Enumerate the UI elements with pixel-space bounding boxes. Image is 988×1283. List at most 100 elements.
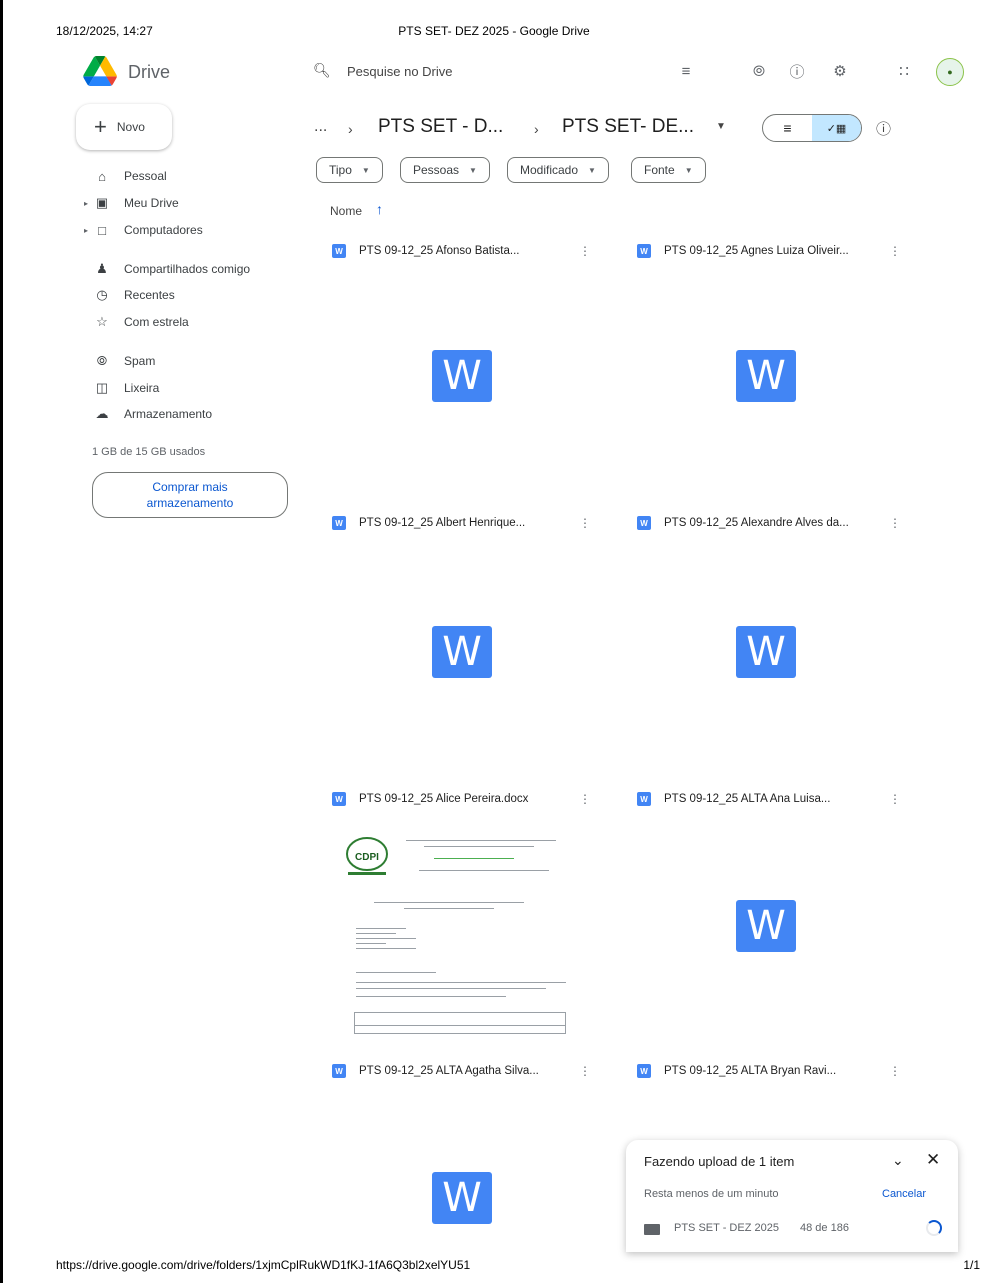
sidebar-item-label: Armazenamento [124,407,213,421]
sidebar-item-spam[interactable]: ⦾ Spam [92,352,282,370]
cancel-upload-button[interactable]: Cancelar [882,1188,926,1200]
word-thumbnail-icon[interactable]: W [736,900,796,952]
upload-title: Fazendo upload de 1 item [644,1154,795,1169]
upload-time-remaining: Resta menos de um minuto [644,1188,779,1200]
breadcrumb-item[interactable]: PTS SET - D... [378,116,503,138]
expand-caret-icon[interactable]: ▸ [84,226,88,235]
storage-usage-text: 1 GB de 15 GB usados [92,446,206,458]
sidebar-item-label: Compartilhados comigo [124,262,251,276]
new-button[interactable]: + Novo [76,104,172,150]
file-card-title[interactable]: W PTS 09-12_25 Alexandre Alves da... ⋮ [637,514,907,532]
file-name: PTS 09-12_25 ALTA Bryan Ravi... [664,1065,837,1077]
search-input[interactable]: Pesquise no Drive [347,64,453,79]
sidebar-item-label: Computadores [124,223,203,237]
apps-grid-icon[interactable]: ∷ [893,60,915,82]
preview-line [356,988,546,989]
sidebar-item-meu-drive[interactable]: ▸ ▣ Meu Drive [84,194,282,212]
preview-line [434,858,514,859]
upload-progress-panel: Fazendo upload de 1 item ⌄ ✕ Resta menos… [626,1140,958,1252]
more-options-icon[interactable]: ⋮ [579,244,591,258]
sidebar-item-armazenamento[interactable]: ☁︎ Armazenamento [92,405,282,423]
word-file-icon: W [332,244,346,258]
more-options-icon[interactable]: ⋮ [889,792,901,806]
breadcrumb-more-button[interactable]: ... [314,118,327,136]
sort-label[interactable]: Nome [330,204,362,218]
search-options-icon[interactable]: ≡ [675,60,697,82]
print-title: PTS SET- DEZ 2025 - Google Drive [398,24,590,38]
view-toggle[interactable]: ≡ ✓▦ [762,114,862,142]
cdpi-logo: CDPI [346,837,388,875]
sidebar-item-label: Pessoal [124,169,167,183]
expand-caret-icon[interactable]: ▸ [84,199,88,208]
help-icon[interactable]: ⓘ [786,60,808,82]
print-page-number: 1/1 [963,1258,980,1272]
spam-icon: ⦾ [96,353,108,368]
star-icon: ☆ [96,314,108,329]
more-options-icon[interactable]: ⋮ [579,516,591,530]
more-options-icon[interactable]: ⋮ [579,792,591,806]
more-options-icon[interactable]: ⋮ [889,244,901,258]
sidebar-item-recentes[interactable]: ◷ Recentes [92,286,282,304]
chevron-down-icon: ▼ [684,165,693,175]
filter-label: Fonte [644,163,675,177]
collapse-chevron-icon[interactable]: ⌄ [892,1152,904,1169]
search-icon[interactable]: 🔍︎ [313,62,331,79]
preview-line [419,870,549,871]
folder-menu-caret-icon[interactable]: ▼ [716,121,726,132]
svg-text:CDPI: CDPI [355,852,379,863]
preview-line [374,902,524,903]
word-thumbnail-icon[interactable]: W [432,350,492,402]
offline-status-icon[interactable]: ⦾ [748,60,770,82]
file-card-title[interactable]: W PTS 09-12_25 Alice Pereira.docx ⋮ [332,790,602,808]
filter-tipo[interactable]: Tipo ▼ [316,157,383,183]
word-thumbnail-icon[interactable]: W [432,1172,492,1224]
preview-line [404,908,494,909]
grid-view-icon[interactable]: ✓▦ [812,115,861,141]
preview-table-row [354,1026,566,1034]
settings-icon[interactable]: ⚙ [829,60,851,82]
more-options-icon[interactable]: ⋮ [889,516,901,530]
breadcrumb-current-folder[interactable]: PTS SET- DE... [562,116,694,138]
chevron-right-icon: › [534,121,539,137]
file-card-title[interactable]: W PTS 09-12_25 Agnes Luiza Oliveir... ⋮ [637,242,907,260]
more-options-icon[interactable]: ⋮ [579,1064,591,1078]
sidebar-item-compartilhados[interactable]: ♟ Compartilhados comigo [92,260,282,278]
word-thumbnail-icon[interactable]: W [736,350,796,402]
more-options-icon[interactable]: ⋮ [889,1064,901,1078]
filter-label: Tipo [329,163,352,177]
trash-icon: ◫ [95,380,109,395]
window-edge [0,0,3,1283]
file-card-title[interactable]: W PTS 09-12_25 ALTA Bryan Ravi... ⋮ [637,1062,907,1080]
file-name: PTS 09-12_25 Agnes Luiza Oliveir... [664,245,849,257]
word-thumbnail-icon[interactable]: W [432,626,492,678]
filter-modificado[interactable]: Modificado ▼ [507,157,609,183]
folder-icon [644,1224,660,1235]
filter-pessoas[interactable]: Pessoas ▼ [400,157,490,183]
close-icon[interactable]: ✕ [926,1150,940,1170]
word-file-icon: W [637,516,651,530]
file-card-title[interactable]: W PTS 09-12_25 Albert Henrique... ⋮ [332,514,602,532]
preview-line [424,846,534,847]
file-card-title[interactable]: W PTS 09-12_25 ALTA Agatha Silva... ⋮ [332,1062,602,1080]
file-card-title[interactable]: W PTS 09-12_25 ALTA Ana Luisa... ⋮ [637,790,907,808]
word-thumbnail-icon[interactable]: W [736,626,796,678]
info-icon[interactable]: ⓘ [876,118,891,139]
file-name: PTS 09-12_25 ALTA Agatha Silva... [359,1065,539,1077]
sidebar-item-computadores[interactable]: ▸ □ Computadores [84,221,282,239]
chevron-down-icon: ▼ [361,165,370,175]
filter-fonte[interactable]: Fonte ▼ [631,157,706,183]
list-view-icon[interactable]: ≡ [763,115,812,141]
sidebar-item-pessoal[interactable]: ⌂ Pessoal [92,167,282,185]
file-card-title[interactable]: W PTS 09-12_25 Afonso Batista... ⋮ [332,242,602,260]
document-preview-thumbnail[interactable]: CDPI [334,826,576,1036]
buy-storage-button[interactable]: Comprar mais armazenamento [92,472,288,518]
app-name[interactable]: Drive [128,62,170,83]
account-avatar[interactable]: ● [936,58,964,86]
word-file-icon: W [637,244,651,258]
sidebar-item-label: Com estrela [124,315,189,329]
arrow-up-icon[interactable]: ↑ [376,201,383,217]
drive-logo-icon[interactable] [82,56,118,86]
sidebar-item-com-estrela[interactable]: ☆ Com estrela [92,313,282,331]
filter-label: Pessoas [413,163,460,177]
sidebar-item-lixeira[interactable]: ◫ Lixeira [92,379,282,397]
